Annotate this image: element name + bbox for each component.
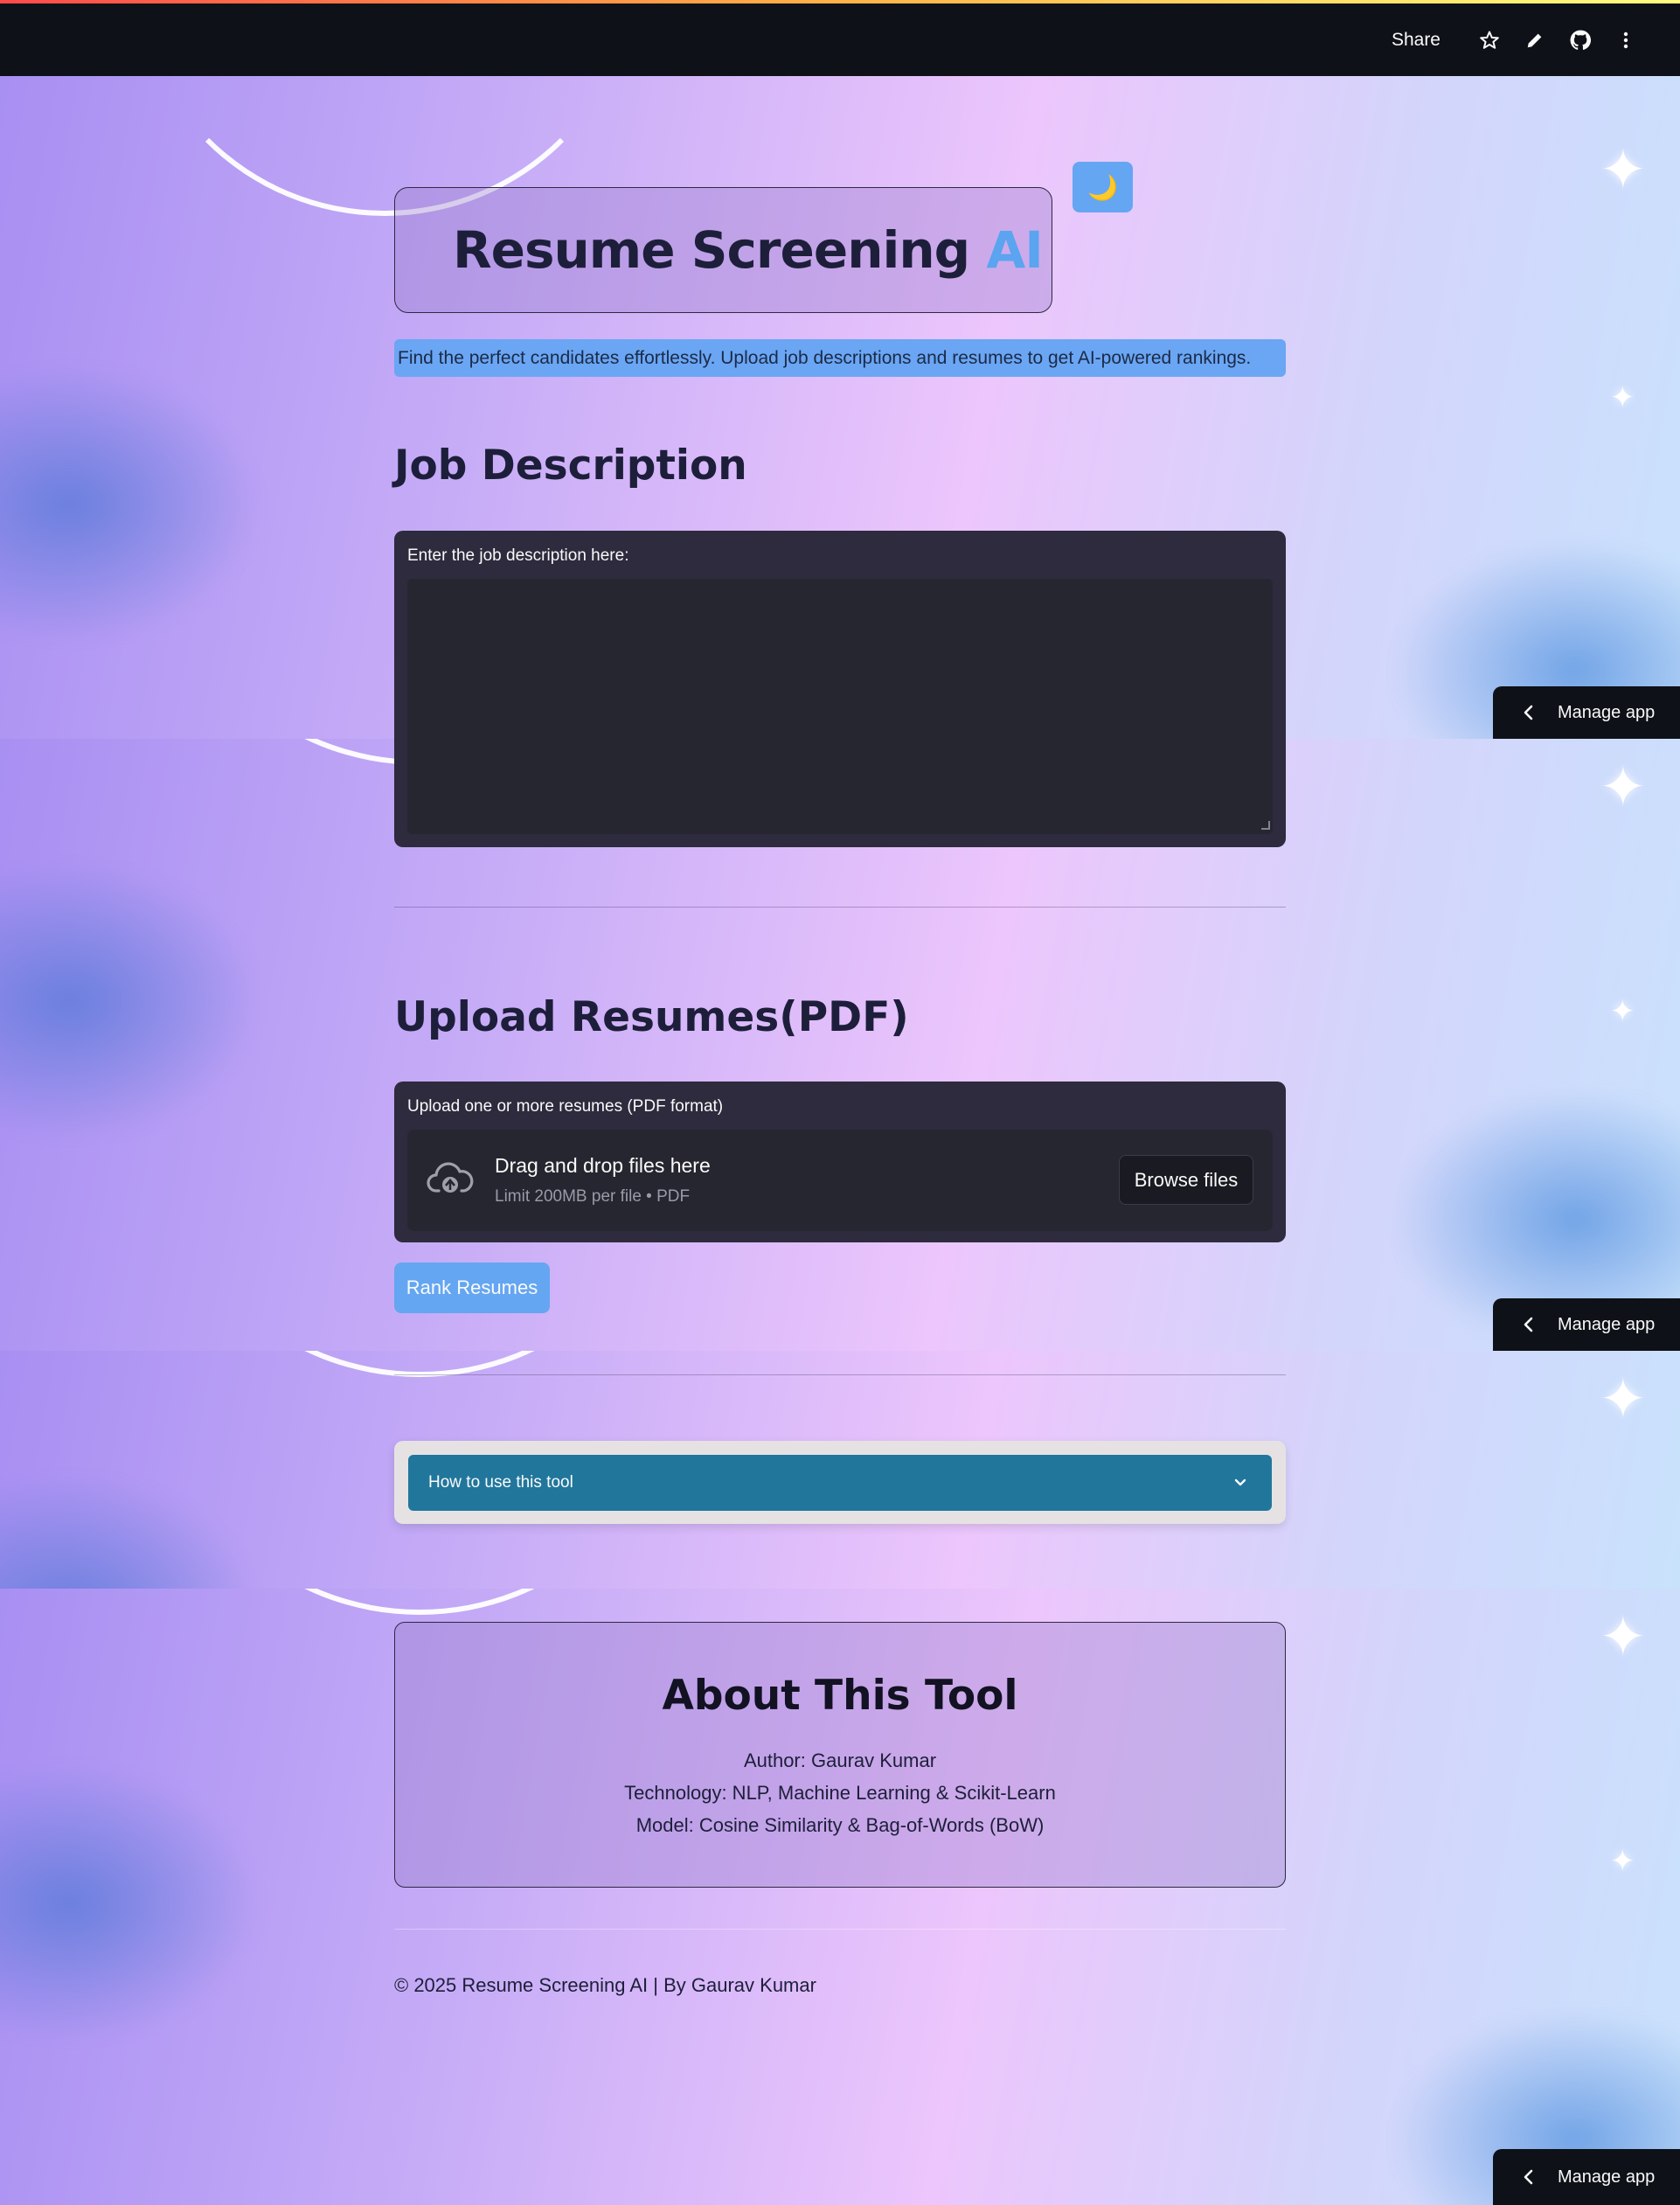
sparkle-icon: ✦ [1600,138,1647,201]
manage-app-label: Manage app [1558,1314,1656,1334]
how-to-use-expander-container: How to use this tool [394,1441,1286,1524]
job-description-label: Enter the job description here: [407,546,629,565]
chevron-down-icon [1234,1478,1246,1486]
file-dropzone[interactable]: Drag and drop files here Limit 200MB per… [407,1130,1273,1231]
dropzone-title: Drag and drop files here [495,1154,711,1177]
app-toolbar: Share [0,3,1680,76]
how-to-use-expander[interactable]: How to use this tool [408,1455,1272,1511]
sparkle-icon: ✦ [1600,1367,1647,1430]
about-author: Author: Gaurav Kumar [743,1749,937,1771]
moon-icon: 🌙 [1087,173,1118,201]
sparkle-icon: ✦ [1600,755,1647,818]
expander-label: How to use this tool [428,1473,573,1492]
footer-text: © 2025 Resume Screening AI | By Gaurav K… [394,1974,816,1996]
title-main-text: Resume Screening [453,220,987,280]
page-title: Resume Screening AI [453,220,1044,280]
cloud-upload-icon [427,1161,474,1200]
browse-files-button[interactable]: Browse files [1119,1155,1253,1205]
manage-app-button[interactable]: Manage app [1493,1298,1680,1351]
resize-handle-icon[interactable] [1261,821,1270,830]
star-icon[interactable] [1467,17,1512,63]
job-description-panel: Enter the job description here: [394,531,1286,847]
share-button[interactable]: Share [1392,30,1440,51]
rank-resumes-button[interactable]: Rank Resumes [394,1262,550,1313]
decorative-arc [166,1351,673,1377]
divider [394,907,1286,908]
decorative-blob [0,1473,262,1589]
chevron-left-icon [1524,1317,1533,1332]
title-accent-text: AI [986,220,1043,280]
sparkle-icon: ✦ [1610,1845,1635,1878]
footer-divider [394,1929,1286,1930]
manage-app-button[interactable]: Manage app [1493,2149,1680,2205]
theme-toggle-button[interactable]: 🌙 [1073,162,1133,212]
decorative-blob [0,861,262,1141]
decorative-blob [0,365,262,644]
chevron-left-icon [1524,705,1533,720]
about-heading: About This Tool [662,1672,1018,1720]
decorative-arc [166,1589,673,1615]
about-technology: Technology: NLP, Machine Learning & Scik… [624,1782,1056,1804]
title-card: Resume Screening AI [394,187,1052,313]
job-description-heading: Job Description [394,442,747,490]
divider [394,1374,1286,1375]
manage-app-button[interactable]: Manage app [1493,686,1680,739]
decorative-blob [0,1763,262,2043]
page-subtitle: Find the perfect candidates effortlessly… [394,339,1286,377]
top-accent-line [0,0,1680,3]
pencil-icon[interactable] [1512,17,1558,63]
sparkle-icon: ✦ [1600,1605,1647,1668]
job-description-input[interactable] [407,579,1273,834]
manage-app-label: Manage app [1558,702,1656,722]
dropzone-subtitle: Limit 200MB per file • PDF [495,1187,691,1206]
upload-label: Upload one or more resumes (PDF format) [407,1097,724,1116]
upload-resumes-heading: Upload Resumes(PDF) [394,993,909,1041]
github-icon[interactable] [1558,17,1603,63]
sparkle-icon: ✦ [1610,381,1635,414]
upload-panel: Upload one or more resumes (PDF format) … [394,1082,1286,1242]
about-model: Model: Cosine Similarity & Bag-of-Words … [635,1814,1045,1836]
sparkle-icon: ✦ [1610,995,1635,1028]
chevron-left-icon [1524,2169,1533,2185]
manage-app-label: Manage app [1558,2167,1656,2187]
more-vertical-icon[interactable] [1603,17,1649,63]
about-card: About This Tool Author: Gaurav Kumar Tec… [394,1622,1286,1888]
